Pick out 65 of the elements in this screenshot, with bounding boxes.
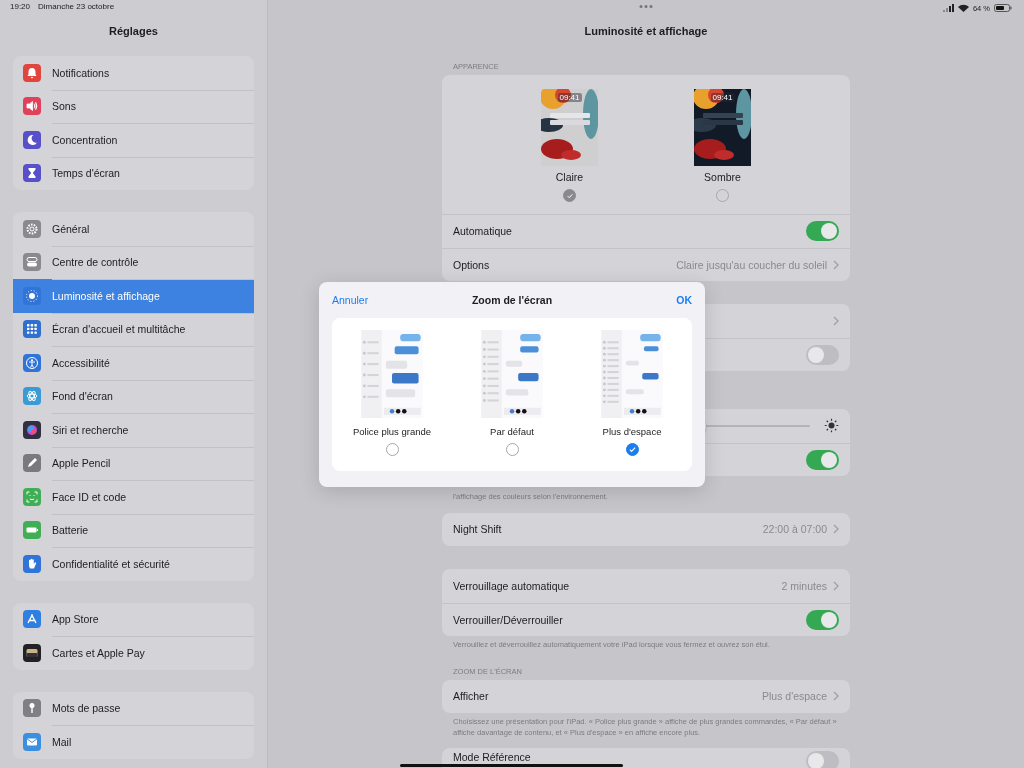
- checkmark-icon: [565, 191, 574, 200]
- sidebar-item[interactable]: Fond d'écran: [13, 379, 254, 413]
- appearance-label: Claire: [555, 171, 584, 183]
- row-label: Mode Référence: [453, 751, 531, 763]
- zoom-option-radio[interactable]: [625, 443, 639, 456]
- sidebar-item[interactable]: Général: [13, 212, 254, 246]
- toggle-switch[interactable]: [806, 449, 839, 470]
- row-value: Claire jusqu'au coucher du soleil: [676, 258, 827, 271]
- sidebar-item[interactable]: Concentration: [13, 123, 254, 157]
- toggle-switch[interactable]: [806, 221, 839, 242]
- zoom-option-label: Par défaut: [490, 426, 534, 437]
- row-label: Options: [453, 258, 490, 271]
- row-value: 2 minutes: [781, 579, 827, 592]
- checkmark-icon: [627, 445, 637, 454]
- sidebar-item[interactable]: Apple Pencil: [13, 446, 254, 480]
- zoom-option-label: Plus d'espace: [602, 426, 662, 437]
- sidebar-item[interactable]: Mail: [13, 725, 254, 759]
- wifi-icon: [957, 4, 969, 12]
- appearance-radio[interactable]: [563, 189, 576, 202]
- row-label: Night Shift: [453, 523, 502, 536]
- sidebar-item[interactable]: Cartes et Apple Pay: [13, 636, 254, 670]
- wallpaper-preview[interactable]: 09:41: [694, 89, 751, 166]
- preview-time: 09:41: [710, 93, 735, 102]
- sidebar-item[interactable]: Siri et recherche: [13, 413, 254, 447]
- row-label: Automatique: [453, 225, 512, 238]
- sidebar-item[interactable]: Sons: [13, 89, 254, 123]
- status-time: 19:20: [10, 2, 31, 13]
- battery-icon: [994, 4, 1012, 12]
- sun-icon: [824, 418, 839, 434]
- sidebar-item[interactable]: Confidentialité et sécurité: [13, 547, 254, 581]
- toggle-switch[interactable]: [806, 609, 839, 630]
- dialog-title: Zoom de l'écran: [471, 294, 553, 306]
- sidebar-item[interactable]: App Store: [13, 602, 254, 636]
- sidebar-item[interactable]: Notifications: [13, 56, 254, 90]
- signal-icon: [942, 4, 954, 12]
- status-date: Dimanche 23 octobre: [38, 2, 115, 13]
- zoom-option-label: Police plus grande: [352, 426, 432, 437]
- sidebar-item[interactable]: Écran d'accueil et multitâche: [13, 312, 254, 346]
- chevron-icon[interactable]: [833, 259, 839, 270]
- chevron-icon[interactable]: [833, 580, 839, 591]
- chevron-icon[interactable]: [833, 315, 839, 326]
- chevron-icon[interactable]: [833, 691, 839, 702]
- chevron-icon[interactable]: [833, 524, 839, 535]
- row-value: 22:00 à 07:00: [762, 523, 827, 536]
- sidebar-item[interactable]: Accessibilité: [13, 346, 254, 380]
- sidebar-item[interactable]: Luminosité et affichage: [13, 279, 254, 313]
- row-label: Verrouiller/Déverrouiller: [453, 613, 563, 626]
- sidebar-item[interactable]: Centre de contrôle: [13, 245, 254, 279]
- row-label: Verrouillage automatique: [453, 579, 570, 592]
- preview-time: 09:41: [557, 93, 582, 102]
- toggle-switch[interactable]: [806, 751, 839, 768]
- cancel-button[interactable]: Annuler: [332, 292, 369, 308]
- ok-button[interactable]: OK: [676, 292, 692, 308]
- sidebar-item[interactable]: Face ID et code: [13, 480, 254, 514]
- wallpaper-preview[interactable]: 09:41: [541, 89, 598, 166]
- page-title: Luminosité et affichage: [584, 24, 708, 39]
- sidebar-title: Réglages: [108, 24, 159, 39]
- sidebar-item[interactable]: Temps d'écran: [13, 156, 254, 190]
- sidebar-item[interactable]: Mots de passe: [13, 691, 254, 725]
- toggle-switch[interactable]: [806, 344, 839, 365]
- row-label: Afficher: [453, 690, 489, 703]
- sidebar-item[interactable]: Batterie: [13, 513, 254, 547]
- appearance-label: Sombre: [704, 171, 741, 183]
- multitask-dots-icon[interactable]: [639, 5, 653, 8]
- row-value: Plus d'espace: [761, 690, 827, 703]
